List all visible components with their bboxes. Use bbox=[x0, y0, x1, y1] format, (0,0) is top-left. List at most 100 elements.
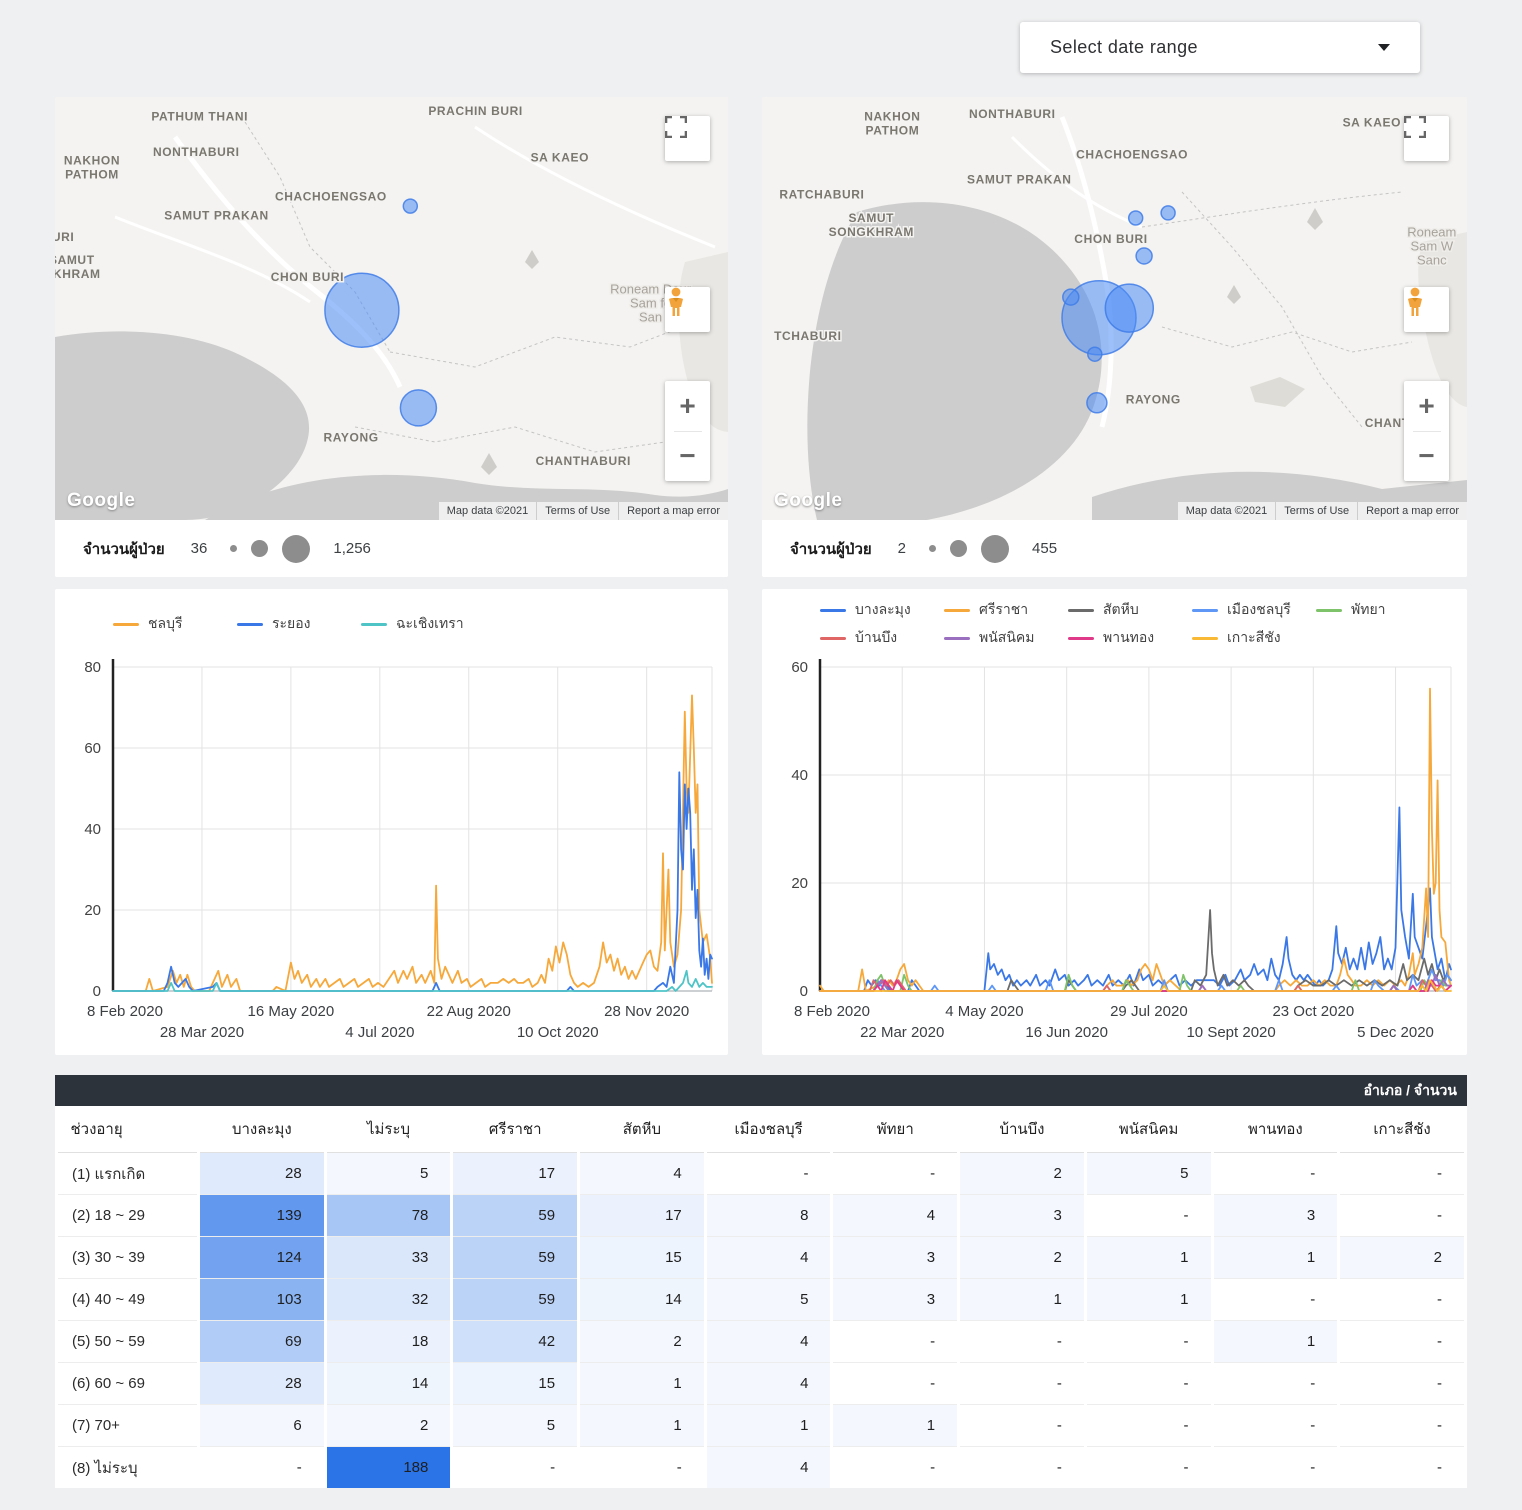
case-bubble[interactable] bbox=[1129, 211, 1143, 225]
legend-item[interactable]: สัตหีบ bbox=[1068, 599, 1192, 621]
map-place-label: NAKHONPATHOM bbox=[64, 154, 120, 182]
google-map-provinces[interactable]: PATHUM THANIPRACHIN BURINAKHONPATHOMNONT… bbox=[55, 97, 728, 520]
column-header-age-range[interactable]: ช่วงอายุ bbox=[57, 1106, 199, 1153]
heatmap-cell: 3 bbox=[959, 1195, 1086, 1237]
case-bubble[interactable] bbox=[1161, 206, 1175, 220]
heatmap-cell: 2 bbox=[325, 1405, 452, 1447]
case-bubble[interactable] bbox=[1105, 284, 1153, 332]
heatmap-cell: 59 bbox=[452, 1237, 579, 1279]
report-error-link[interactable]: Report a map error bbox=[619, 502, 728, 520]
column-header-district[interactable]: พนัสนิคม bbox=[1085, 1106, 1212, 1153]
date-range-select[interactable]: Select date range bbox=[1020, 22, 1420, 73]
heatmap-cell: 1 bbox=[1212, 1321, 1339, 1363]
case-bubble[interactable] bbox=[1063, 289, 1079, 305]
heatmap-cell: 3 bbox=[832, 1237, 959, 1279]
bubble-size-legend: จำนวนผู้ป่วย 36 1,256 bbox=[55, 520, 728, 577]
case-bubble[interactable] bbox=[1136, 248, 1152, 264]
legend-item[interactable]: เกาะสีชัง bbox=[1192, 627, 1316, 649]
heatmap-cell: 59 bbox=[452, 1279, 579, 1321]
zoom-in-button[interactable]: + bbox=[665, 381, 710, 431]
heatmap-cell: 4 bbox=[705, 1321, 832, 1363]
pegman-button[interactable] bbox=[665, 287, 710, 332]
pegman-button[interactable] bbox=[1404, 287, 1449, 332]
column-header-district[interactable]: บางละมุง bbox=[199, 1106, 326, 1153]
table-row: (7) 70+625111---- bbox=[57, 1405, 1466, 1447]
legend-item[interactable]: ฉะเชิงเทรา bbox=[361, 613, 485, 635]
table-row: (8) ไม่ระบุ-188--4----- bbox=[57, 1447, 1466, 1489]
legend-item[interactable]: ระยอง bbox=[237, 613, 361, 635]
chart-series bbox=[820, 689, 1451, 991]
legend-label: พนัสนิคม bbox=[979, 627, 1035, 649]
heatmap-cell: 1 bbox=[1085, 1279, 1212, 1321]
legend-item[interactable]: ศรีราชา bbox=[944, 599, 1068, 621]
case-bubble[interactable] bbox=[400, 390, 436, 426]
heatmap-cell: - bbox=[1212, 1153, 1339, 1195]
large-dot-icon bbox=[282, 535, 310, 563]
legend-swatch-icon bbox=[113, 623, 139, 626]
report-error-link[interactable]: Report a map error bbox=[1358, 502, 1467, 520]
heatmap-cell: - bbox=[959, 1321, 1086, 1363]
legend-item[interactable]: บ้านบึง bbox=[820, 627, 944, 649]
legend-item[interactable]: บางละมุง bbox=[820, 599, 944, 621]
column-header-district[interactable]: เกาะสีชัง bbox=[1339, 1106, 1466, 1153]
map-place-label: TCHABURI bbox=[774, 329, 841, 343]
heatmap-cell: 4 bbox=[832, 1195, 959, 1237]
column-header-district[interactable]: เมืองชลบุรี bbox=[705, 1106, 832, 1153]
heatmap-cell: - bbox=[832, 1321, 959, 1363]
column-header-district[interactable]: พัทยา bbox=[832, 1106, 959, 1153]
heatmap-cell: 2 bbox=[1339, 1237, 1466, 1279]
case-bubble[interactable] bbox=[325, 273, 399, 347]
province-map-card: PATHUM THANIPRACHIN BURINAKHONPATHOMNONT… bbox=[55, 97, 728, 577]
legend-swatch-icon bbox=[361, 623, 387, 626]
fullscreen-button[interactable] bbox=[665, 116, 710, 161]
heatmap-cell: 15 bbox=[579, 1237, 706, 1279]
heatmap-cell: - bbox=[832, 1447, 959, 1489]
heatmap-cell: - bbox=[1212, 1363, 1339, 1405]
heatmap-cell: - bbox=[1339, 1279, 1466, 1321]
map-place-label: NAKHONPATHOM bbox=[864, 109, 920, 137]
google-logo[interactable]: Google bbox=[774, 490, 842, 512]
heatmap-cell: 4 bbox=[705, 1363, 832, 1405]
map-place-label: RAYONG bbox=[1126, 393, 1181, 407]
row-label-age-range: (8) ไม่ระบุ bbox=[57, 1447, 199, 1489]
case-bubble[interactable] bbox=[1087, 393, 1107, 413]
heatmap-cell: 2 bbox=[579, 1321, 706, 1363]
line-chart-provinces: 0204060808 Feb 202028 Mar 202016 May 202… bbox=[55, 653, 728, 1049]
line-chart-districts: 02040608 Feb 202022 Mar 20204 May 202016… bbox=[762, 653, 1467, 1049]
fullscreen-button[interactable] bbox=[1404, 116, 1449, 161]
heatmap-cell: 33 bbox=[325, 1237, 452, 1279]
heatmap-cell: - bbox=[1212, 1447, 1339, 1489]
case-bubble[interactable] bbox=[1088, 347, 1102, 361]
map-place-label: PATHUM THANI bbox=[151, 109, 248, 123]
heatmap-cell: - bbox=[1085, 1321, 1212, 1363]
column-header-district[interactable]: บ้านบึง bbox=[959, 1106, 1086, 1153]
map-place-label: SAMUT PRAKAN bbox=[967, 173, 1072, 187]
column-header-district[interactable]: ศรีราชา bbox=[452, 1106, 579, 1153]
zoom-out-button[interactable]: − bbox=[1404, 432, 1449, 482]
zoom-in-button[interactable]: + bbox=[1404, 381, 1449, 431]
heatmap-cell: 1 bbox=[1212, 1237, 1339, 1279]
heatmap-cell: - bbox=[579, 1447, 706, 1489]
legend-item[interactable]: พนัสนิคม bbox=[944, 627, 1068, 649]
heatmap-cell: - bbox=[705, 1153, 832, 1195]
heatmap-cell: 103 bbox=[199, 1279, 326, 1321]
legend-label: ฉะเชิงเทรา bbox=[396, 613, 464, 635]
terms-link[interactable]: Terms of Use bbox=[1276, 502, 1357, 520]
legend-item[interactable]: เมืองชลบุรี bbox=[1192, 599, 1316, 621]
column-header-district[interactable]: พานทอง bbox=[1212, 1106, 1339, 1153]
column-header-district[interactable]: ไม่ระบุ bbox=[325, 1106, 452, 1153]
legend-item[interactable]: ชลบุรี bbox=[113, 613, 237, 635]
y-tick-label: 60 bbox=[84, 740, 101, 757]
google-logo[interactable]: Google bbox=[67, 490, 135, 512]
map-place-label: CHACHOENGSAO bbox=[275, 190, 387, 204]
y-tick-label: 40 bbox=[791, 767, 808, 784]
row-label-age-range: (4) 40 ~ 49 bbox=[57, 1279, 199, 1321]
terms-link[interactable]: Terms of Use bbox=[537, 502, 618, 520]
google-map-districts[interactable]: NAKHONPATHOMNONTHABURICHACHOENGSAOSAMUT … bbox=[762, 97, 1467, 520]
legend-item[interactable]: พัทยา bbox=[1316, 599, 1440, 621]
case-bubble[interactable] bbox=[403, 199, 417, 213]
heatmap-cell: - bbox=[1339, 1405, 1466, 1447]
column-header-district[interactable]: สัตหีบ bbox=[579, 1106, 706, 1153]
zoom-out-button[interactable]: − bbox=[665, 432, 710, 482]
legend-item[interactable]: พานทอง bbox=[1068, 627, 1192, 649]
